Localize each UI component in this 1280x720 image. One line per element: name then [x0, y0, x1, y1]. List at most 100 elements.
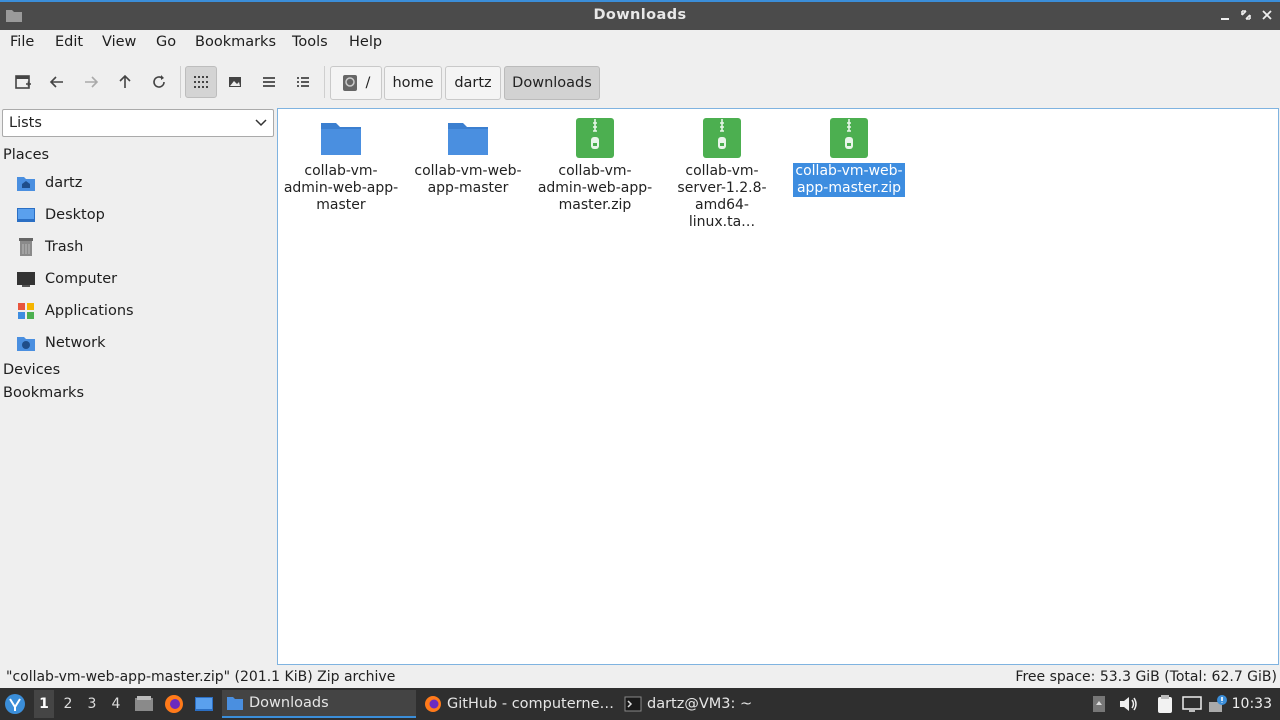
task-github[interactable]: GitHub - computerne…: [420, 690, 616, 718]
zip-archive-icon: [703, 118, 741, 158]
menu-view[interactable]: View: [102, 34, 136, 50]
task-label: Downloads: [249, 695, 329, 711]
tray-volume[interactable]: [1118, 688, 1138, 720]
workspace-3[interactable]: 3: [84, 696, 100, 712]
breadcrumb-label: home: [392, 75, 434, 91]
file-name: collab-vm- admin-web-app- master.zip: [536, 163, 654, 214]
menu-bookmarks[interactable]: Bookmarks: [195, 34, 276, 50]
file-item-archive-selected[interactable]: collab-vm-web- app-master.zip: [789, 117, 909, 197]
thumbnail-view-button[interactable]: [219, 66, 251, 98]
menu-edit[interactable]: Edit: [55, 34, 83, 50]
breadcrumb-root-label: /: [365, 75, 371, 91]
tray-show-hidden[interactable]: [1092, 688, 1108, 720]
home-folder-icon: [17, 177, 35, 191]
reload-button[interactable]: [143, 66, 175, 98]
folder-icon: [448, 123, 488, 155]
start-menu-button[interactable]: [4, 688, 28, 720]
menu-help[interactable]: Help: [349, 34, 382, 50]
breadcrumb-label: Downloads: [512, 75, 592, 91]
quicklaunch-file-manager[interactable]: [134, 688, 154, 720]
status-bar: "collab-vm-web-app-master.zip" (201.1 Ki…: [0, 666, 1280, 688]
places-header[interactable]: Places: [3, 147, 49, 163]
title-bar[interactable]: Downloads: [0, 0, 1280, 30]
back-button[interactable]: [41, 66, 73, 98]
clock[interactable]: 10:33: [1232, 696, 1272, 712]
new-window-icon: [15, 75, 31, 89]
breadcrumb-dartz[interactable]: dartz: [445, 66, 501, 100]
menu-tools[interactable]: Tools: [292, 34, 328, 50]
file-item-archive[interactable]: collab-vm- server-1.2.8- amd64-linux.ta…: [662, 117, 782, 231]
firefox-icon: [165, 695, 183, 713]
breadcrumb-root[interactable]: /: [330, 66, 382, 100]
task-label: dartz@VM3: ~: [647, 696, 753, 712]
menu-file[interactable]: File: [10, 34, 34, 50]
sidebar-item-label: Applications: [45, 303, 134, 319]
sidebar-item-label: Desktop: [45, 207, 105, 223]
close-icon: [1262, 10, 1272, 20]
up-button[interactable]: [109, 66, 141, 98]
forward-button[interactable]: [75, 66, 107, 98]
detailed-list-view-button[interactable]: [287, 66, 319, 98]
file-item-archive[interactable]: collab-vm- admin-web-app- master.zip: [535, 117, 655, 214]
sidebar-item-desktop[interactable]: Desktop: [16, 202, 266, 228]
status-free-space: Free space: 53.3 GiB (Total: 62.7 GiB): [1015, 669, 1277, 685]
sidebar-item-computer[interactable]: Computer: [16, 266, 266, 292]
task-downloads[interactable]: Downloads: [222, 690, 416, 718]
compact-list-icon: [263, 77, 275, 87]
breadcrumb-home[interactable]: home: [384, 66, 442, 100]
tray-clipboard[interactable]: [1156, 688, 1176, 720]
breadcrumb-downloads[interactable]: Downloads: [504, 66, 600, 100]
volume-icon: [1120, 697, 1137, 711]
sidebar-item-label: Trash: [45, 239, 84, 255]
image-icon: [229, 77, 241, 87]
chevron-down-icon: [255, 119, 267, 127]
sidebar-mode-select[interactable]: Lists: [2, 109, 274, 137]
icon-view-button[interactable]: [185, 66, 217, 98]
sidebar-item-applications[interactable]: Applications: [16, 298, 266, 324]
new-window-button[interactable]: [7, 66, 39, 98]
file-view[interactable]: collab-vm- admin-web-app- master collab-…: [277, 108, 1279, 665]
sidebar-item-trash[interactable]: Trash: [16, 234, 266, 260]
file-name-line: collab-vm-web-: [414, 163, 522, 179]
menu-bar: File Edit View Go Bookmarks Tools Help: [0, 30, 1280, 56]
sidebar-item-network[interactable]: Network: [16, 330, 266, 356]
file-name-line: master.zip: [558, 197, 632, 213]
tray-arrow-icon: [1093, 696, 1105, 712]
maximize-icon: [1241, 10, 1251, 20]
computer-icon: [17, 272, 35, 287]
status-selection-info: "collab-vm-web-app-master.zip" (201.1 Ki…: [6, 669, 396, 685]
maximize-button[interactable]: [1238, 7, 1254, 23]
monitor-icon: [1182, 696, 1202, 712]
clipboard-icon: [1158, 695, 1172, 713]
bookmarks-header[interactable]: Bookmarks: [3, 385, 84, 401]
close-button[interactable]: [1259, 7, 1275, 23]
quicklaunch-desktop[interactable]: [194, 688, 214, 720]
file-name: collab-vm- admin-web-app- master: [282, 163, 400, 214]
folder-icon: [321, 123, 361, 155]
devices-header[interactable]: Devices: [3, 362, 60, 378]
grid-view-icon: [194, 76, 208, 88]
tray-updates[interactable]: [1208, 688, 1228, 720]
terminal-icon: [624, 696, 642, 712]
zip-archive-icon: [830, 118, 868, 158]
workspace-1[interactable]: 1: [36, 696, 52, 712]
minimize-button[interactable]: [1217, 7, 1233, 23]
file-name-line: app-master.zip: [796, 180, 902, 196]
file-name: collab-vm-web- app-master: [412, 163, 523, 197]
sidebar-item-label: Network: [45, 335, 106, 351]
file-manager-icon: [135, 696, 153, 711]
file-name-line: app-master: [427, 180, 509, 196]
file-item-folder[interactable]: collab-vm-web- app-master: [408, 117, 528, 197]
compact-view-button[interactable]: [253, 66, 285, 98]
menu-go[interactable]: Go: [156, 34, 176, 50]
trash-icon: [19, 238, 33, 256]
sidebar-item-dartz[interactable]: dartz: [16, 170, 266, 196]
workspace-2[interactable]: 2: [60, 696, 76, 712]
file-name-line: collab-vm-: [304, 163, 378, 179]
tray-display[interactable]: [1182, 688, 1202, 720]
workspace-4[interactable]: 4: [108, 696, 124, 712]
file-item-folder[interactable]: collab-vm- admin-web-app- master: [281, 117, 401, 214]
task-terminal[interactable]: dartz@VM3: ~: [620, 690, 816, 718]
file-name-line: admin-web-app-: [537, 180, 653, 196]
quicklaunch-firefox[interactable]: [164, 688, 184, 720]
